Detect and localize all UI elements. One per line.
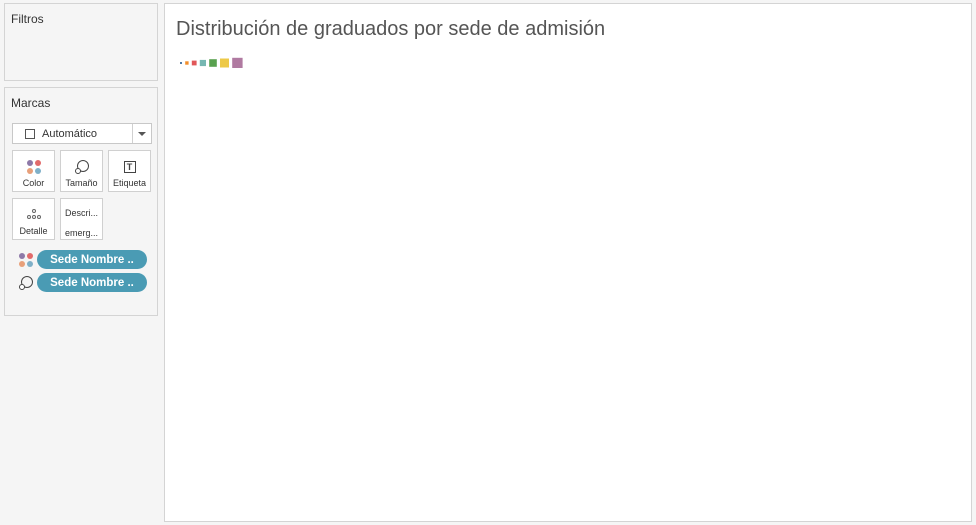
square-mark-icon [25,128,35,139]
color-button[interactable]: Color [12,150,55,192]
size-color-legend [180,57,243,68]
text-label-icon: T [123,161,136,173]
label-button[interactable]: T Etiqueta [108,150,151,192]
color-button-label: Color [22,178,45,188]
color-encoding-icon [18,252,34,268]
chevron-down-icon[interactable] [132,124,151,143]
mark-type-value: Automático [42,127,98,140]
mark-type-dropdown[interactable]: Automático [12,123,152,144]
legend-swatch [185,61,189,65]
legend-swatch [209,59,217,67]
legend-swatch [199,59,206,67]
size-encoding-icon [19,275,33,290]
size-icon [74,160,89,174]
filters-shelf[interactable]: Filtros [4,3,158,81]
tooltip-button[interactable]: Descri... emerg... [60,198,103,240]
legend-swatch [232,57,243,68]
detail-button[interactable]: Detalle [12,198,55,240]
detail-icon [26,209,42,221]
filters-title: Filtros [11,12,44,26]
label-button-label: Etiqueta [112,178,147,188]
detail-button-label: Detalle [19,226,48,236]
legend-swatch [180,62,182,64]
size-button[interactable]: Tamaño [60,150,103,192]
view-title: Distribución de graduados por sede de ad… [176,18,606,40]
color-field-pill[interactable]: Sede Nombre .. [37,250,147,269]
marks-card: Marcas Automático Color Tamaño T Etiquet… [4,87,158,316]
size-pill-row: Sede Nombre .. [17,273,147,292]
tooltip-button-label-line2: emerg... [64,228,98,238]
legend-swatch [220,58,229,68]
size-button-label: Tamaño [65,178,98,188]
color-icon [26,159,42,175]
marks-title: Marcas [11,96,51,110]
legend-swatch [191,60,197,66]
visualization-view[interactable]: Distribución de graduados por sede de ad… [164,3,972,522]
color-pill-row: Sede Nombre .. [17,250,147,269]
size-field-pill[interactable]: Sede Nombre .. [37,273,147,292]
tooltip-button-label-line1: Descri... [64,208,98,218]
